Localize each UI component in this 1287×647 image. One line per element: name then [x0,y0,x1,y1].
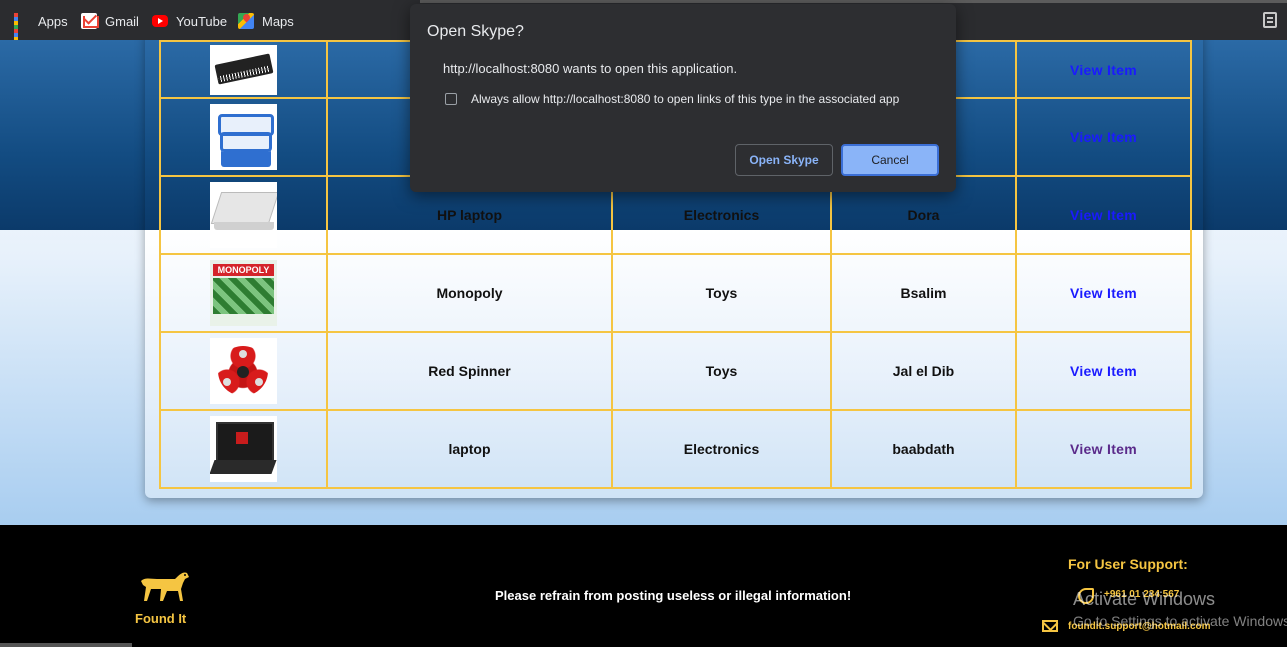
open-skype-button[interactable]: Open Skype [735,144,833,176]
item-category: Toys [611,331,832,411]
item-thumbnail[interactable] [210,260,277,326]
mail-icon [1042,620,1058,632]
activate-windows-subtitle: Go to Settings to activate Windows. [1073,613,1287,629]
table-row: laptop Electronics baabdath View Item [159,409,1192,489]
item-thumbnail[interactable] [210,338,277,404]
brand-name: Found It [135,611,187,626]
item-location: baabdath [830,409,1017,489]
table-row: Monopoly Toys Bsalim View Item [159,253,1192,333]
dialog-message: http://localhost:8080 wants to open this… [443,61,738,76]
item-image-cell [159,97,328,177]
footer-disclaimer: Please refrain from posting useless or i… [495,588,852,603]
reading-list-icon[interactable] [1263,12,1277,28]
bookmark-label: Apps [38,13,68,29]
item-thumbnail[interactable] [210,104,277,170]
item-action-cell: View Item [1015,97,1192,177]
apps-grid-icon [14,13,30,49]
always-allow-label[interactable]: Always allow http://localhost:8080 to op… [471,92,899,106]
item-action-cell: View Item [1015,253,1192,333]
cancel-button[interactable]: Cancel [841,144,939,176]
dialog-title: Open Skype? [427,23,524,40]
gmail-icon [81,13,99,29]
view-item-link[interactable]: View Item [1070,441,1137,457]
item-name: laptop [326,409,613,489]
item-action-cell: View Item [1015,409,1192,489]
activate-windows-title: Activate Windows [1073,589,1216,609]
item-thumbnail[interactable] [210,416,277,482]
item-action-cell: View Item [1015,331,1192,411]
item-location: Bsalim [830,253,1017,333]
maps-icon [238,13,254,29]
item-image-cell [159,253,328,333]
item-action-cell: View Item [1015,40,1192,99]
always-allow-checkbox[interactable] [445,93,457,105]
item-action-cell: View Item [1015,175,1192,255]
item-thumbnail[interactable] [210,44,277,95]
item-image-cell [159,409,328,489]
item-category: Electronics [611,409,832,489]
item-name: Monopoly [326,253,613,333]
item-category: Toys [611,253,832,333]
item-name: Red Spinner [326,331,613,411]
view-item-link[interactable]: View Item [1070,285,1137,301]
view-item-link[interactable]: View Item [1070,363,1137,379]
bookmark-label: YouTube [176,13,228,29]
view-item-link[interactable]: View Item [1070,207,1137,223]
bookmark-label: Maps [262,13,294,29]
horizontal-scrollbar[interactable] [0,643,132,647]
open-app-dialog: Open Skype? http://localhost:8080 wants … [410,4,956,192]
item-image-cell [159,175,328,255]
support-title: For User Support: [1068,556,1188,572]
view-item-link[interactable]: View Item [1070,129,1137,145]
table-row: Red Spinner Toys Jal el Dib View Item [159,331,1192,411]
item-thumbnail[interactable] [210,182,277,248]
bookmark-apps[interactable]: Apps [14,12,68,49]
bookmark-youtube[interactable]: YouTube [152,12,227,30]
bookmark-maps[interactable]: Maps [238,12,294,30]
item-image-cell [159,40,328,99]
dog-logo-icon[interactable] [137,567,191,603]
item-image-cell [159,331,328,411]
bookmark-label: Gmail [105,13,139,29]
bookmark-gmail[interactable]: Gmail [81,12,139,30]
view-item-link[interactable]: View Item [1070,62,1137,78]
youtube-icon [152,15,168,27]
tab-strip-edge [420,0,1287,3]
item-location: Jal el Dib [830,331,1017,411]
